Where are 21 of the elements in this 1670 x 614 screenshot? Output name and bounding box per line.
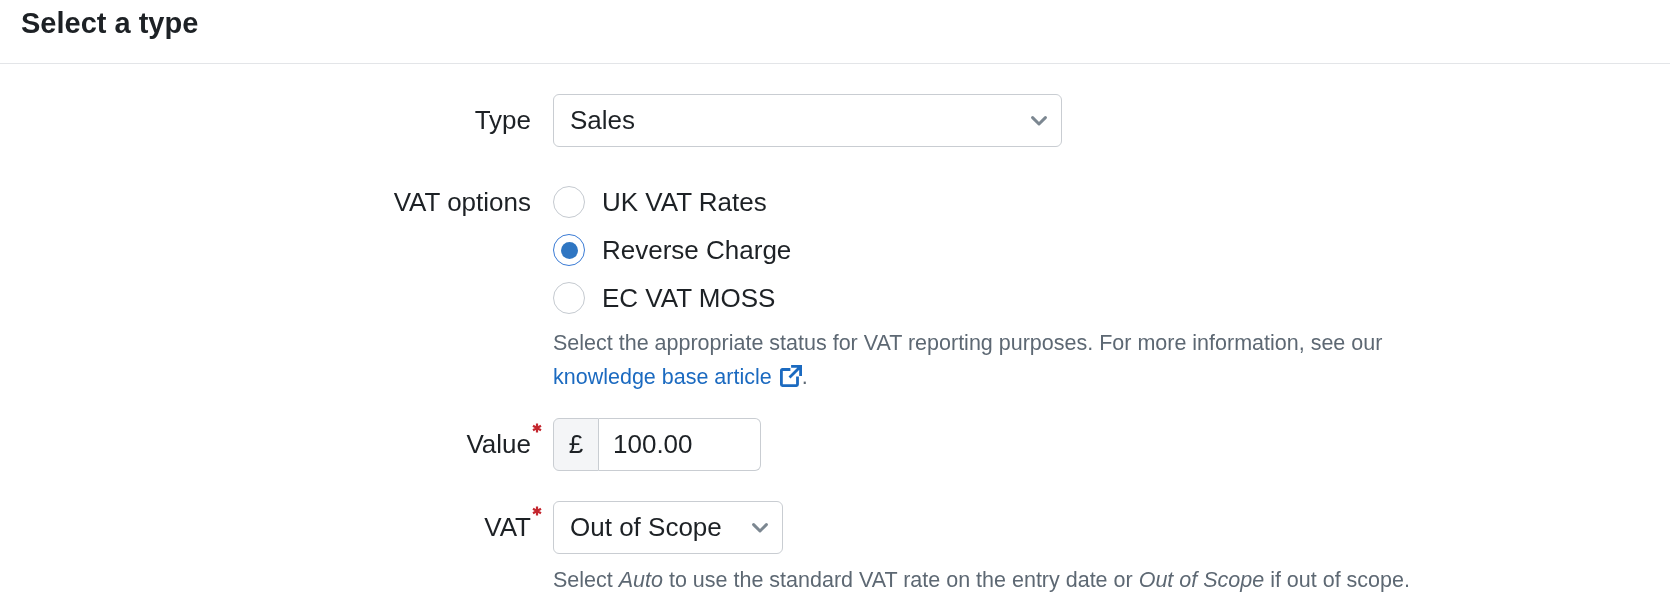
- external-link-icon: [779, 365, 802, 387]
- knowledge-base-link[interactable]: knowledge base article: [553, 365, 802, 389]
- radio-button[interactable]: [553, 186, 585, 218]
- field-label: VAT options: [393, 186, 531, 219]
- radio-button[interactable]: [553, 282, 585, 314]
- field-label: Value: [466, 418, 531, 471]
- type-select[interactable]: Sales: [553, 94, 1062, 147]
- radio-label[interactable]: EC VAT MOSS: [602, 282, 776, 314]
- page-title: Select a type: [21, 6, 200, 41]
- vat-select[interactable]: Out of Scope: [553, 501, 783, 554]
- help-text: Select Auto to use the standard VAT rate on the entry date or Out of Scope if out of scope.: [553, 567, 1411, 594]
- radio-button[interactable]: [553, 234, 585, 266]
- value-input[interactable]: 100.00: [599, 418, 761, 471]
- radio-label[interactable]: UK VAT Rates: [602, 186, 767, 218]
- field-label: VAT: [484, 501, 531, 554]
- chevron-down-icon: [1031, 115, 1047, 126]
- help-text: Select the appropriate status for VAT reporting purposes. For more information, see our knowledge base article .: [553, 330, 1384, 391]
- field-label: Type: [474, 104, 531, 137]
- chevron-down-icon: [752, 522, 768, 533]
- currency-prefix: £: [553, 418, 599, 471]
- radio-label[interactable]: Reverse Charge: [602, 234, 792, 266]
